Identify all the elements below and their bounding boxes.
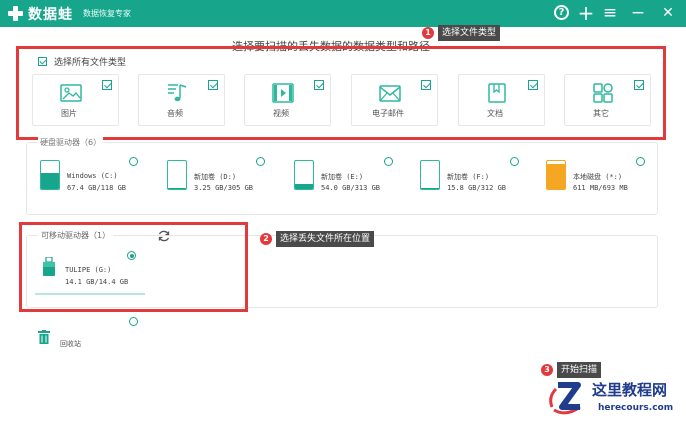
close-button[interactable]: ✕ [658,3,678,23]
disk-name: 本地磁盘 (*:) [573,173,623,181]
location-radio[interactable] [129,317,138,326]
watermark-logo-icon [549,382,581,415]
disk-item[interactable]: Windows (C:) 67.4 GB/118 GB [40,160,150,200]
watermark-subtitle: herecours.com [598,403,674,413]
disk-name: 新加卷 (E:) [321,173,364,181]
disk-size: 611 MB/693 MB [573,184,628,192]
disk-name: 新加卷 (F:) [447,173,490,181]
highlight-box-location [19,222,248,312]
app-subtitle: 数据恢复专家 [83,9,131,18]
disk-size: 67.4 GB/118 GB [67,184,127,192]
hard-disk-section-label: 硬盘驱动器（6） [38,137,104,148]
disk-usage-fill [168,187,186,189]
disk-item[interactable]: 本地磁盘 (*:) 611 MB/693 MB [546,160,656,200]
drive-icon [167,160,187,190]
step-tooltip: 选择丢失文件所在位置 [276,231,375,247]
disk-item[interactable]: 新加卷 (E:) 54.0 GB/313 GB [294,160,404,200]
step-tooltip: 选择文件类型 [438,25,501,41]
menu-button[interactable]: ≡ [600,3,620,23]
drive-icon [546,160,566,190]
highlight-box-types [16,46,666,140]
watermark: 这里教程网 herecours.com [540,373,686,421]
trash-icon[interactable] [38,330,50,344]
disk-name: 新加卷 (D:) [194,173,237,181]
drive-icon [40,160,60,190]
disk-radio[interactable] [384,157,393,166]
disk-size: 54.0 GB/313 GB [321,184,381,192]
step-badge: 2 [260,233,272,245]
help-icon: ? [554,5,569,20]
disk-radio[interactable] [636,157,645,166]
disk-radio[interactable] [510,157,519,166]
disk-size: 3.25 GB/305 GB [194,184,254,192]
disk-item[interactable]: 新加卷 (D:) 3.25 GB/305 GB [167,160,277,200]
disk-size: 15.8 GB/312 GB [447,184,507,192]
drive-icon [420,160,440,190]
app-name: 数据蛙 [28,7,73,23]
disk-radio[interactable] [256,157,265,166]
disk-usage-fill [41,173,59,189]
disk-item[interactable]: 新加卷 (F:) 15.8 GB/312 GB [420,160,530,200]
disk-usage-fill [295,184,313,189]
drive-icon [294,160,314,190]
disk-usage-fill [547,164,565,189]
disk-usage-fill [421,187,439,189]
add-button[interactable]: + [576,3,596,23]
app-logo-icon [6,4,25,23]
title-bar: 数据蛙 数据恢复专家 ? + ≡ − ✕ [0,0,686,27]
minimize-button[interactable]: − [628,3,648,23]
recycle-bin-label[interactable]: 回收站 [60,339,81,349]
watermark-title: 这里教程网 [592,381,668,399]
help-button[interactable]: ? [552,3,572,23]
disk-radio[interactable] [129,157,138,166]
disk-name: Windows (C:) [67,172,118,180]
step-badge: 1 [422,27,434,39]
